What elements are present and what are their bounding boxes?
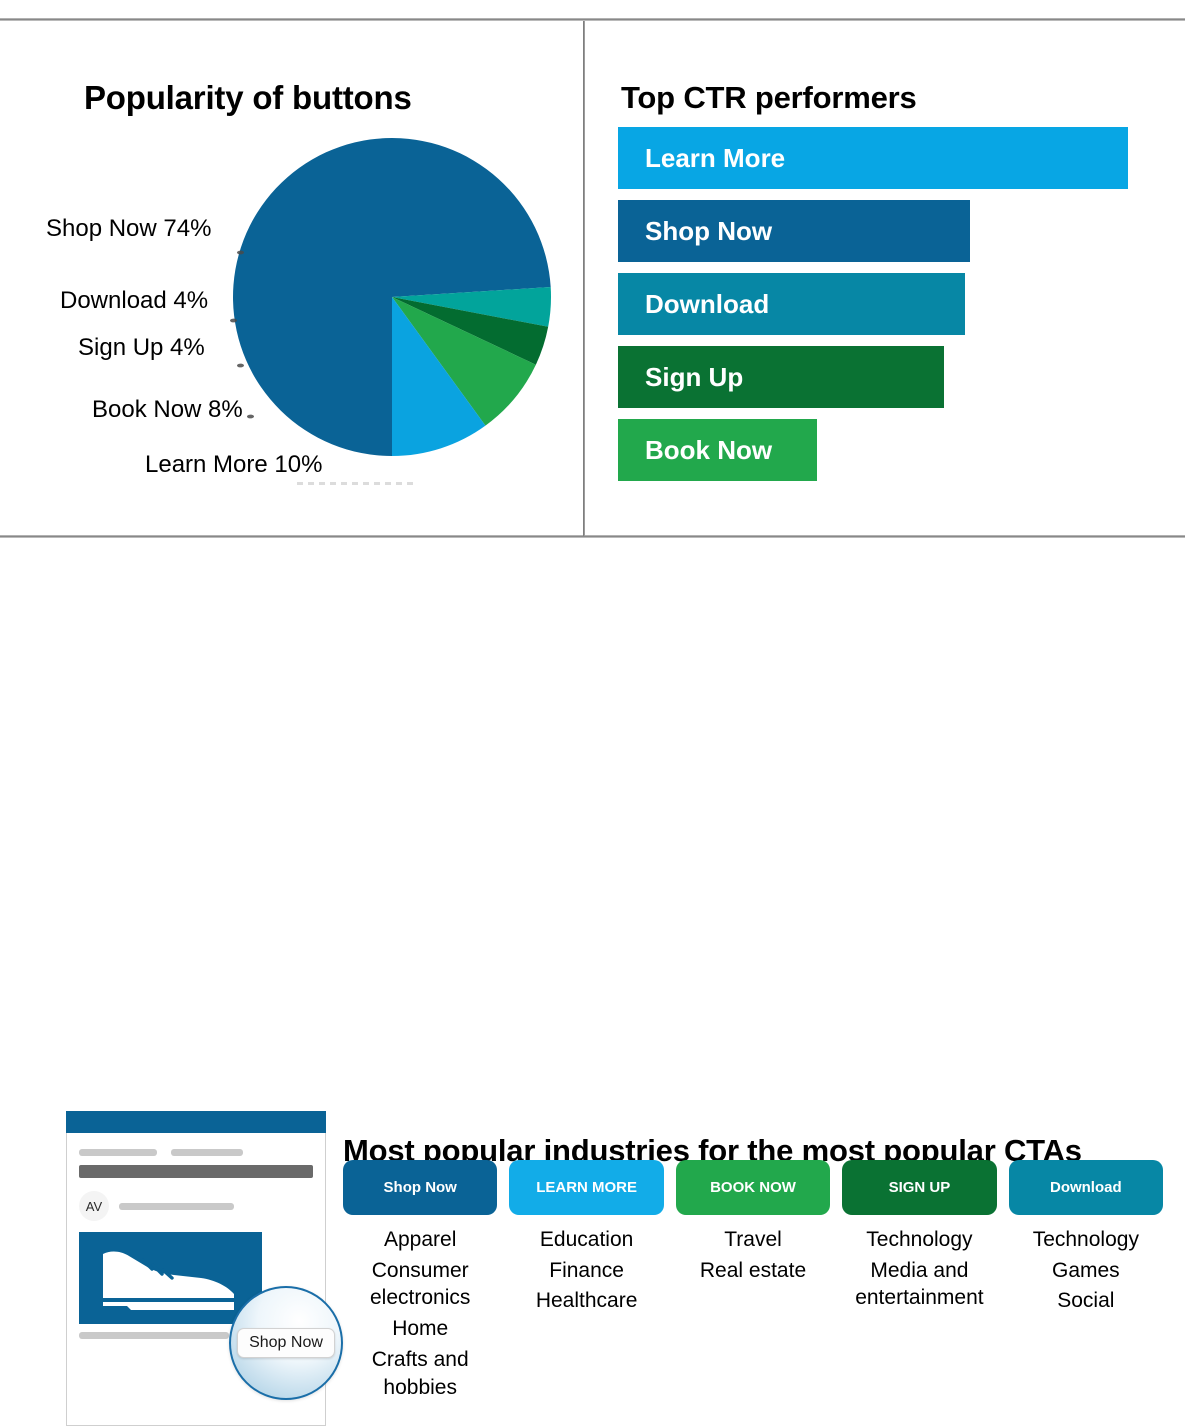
page-title-ctr: Top CTR performers bbox=[621, 79, 917, 115]
ctr-bar-shop-now: Shop Now bbox=[618, 200, 970, 262]
industry-item: Home bbox=[392, 1317, 449, 1341]
cta-chip-sign-up[interactable]: SIGN UP bbox=[842, 1160, 997, 1215]
pie-label-download: Download 4% bbox=[60, 287, 209, 314]
ctr-bar-row: Shop Now bbox=[618, 200, 1128, 262]
pie-label-learn-more: Learn More 10% bbox=[145, 451, 323, 478]
page-title-popularity: Popularity of buttons bbox=[84, 79, 412, 117]
industry-item: Social bbox=[1057, 1289, 1115, 1313]
industry-item: Technology bbox=[866, 1228, 973, 1251]
popularity-pie-chart bbox=[232, 137, 552, 457]
industry-column-book-now: BOOK NOW Travel Real estate bbox=[675, 1160, 831, 1284]
ctr-bar-row: Download bbox=[618, 273, 1128, 335]
industry-item: Games bbox=[1051, 1258, 1120, 1282]
ctr-bar-download: Download bbox=[618, 273, 965, 335]
mockup-headline-bar bbox=[79, 1165, 313, 1178]
avatar: AV bbox=[79, 1191, 109, 1221]
industry-item: Finance bbox=[549, 1258, 624, 1282]
mockup-ad-image bbox=[79, 1232, 262, 1324]
ctr-bar-label: Book Now bbox=[645, 434, 773, 465]
industry-column-shop-now: Shop Now Apparel Consumer electronics Home C… bbox=[343, 1160, 498, 1401]
mockup-author-row: AV bbox=[79, 1191, 313, 1221]
pie-svg bbox=[233, 137, 552, 456]
industry-item: Apparel bbox=[384, 1228, 457, 1251]
pie-label-sign-up: Sign Up 4% bbox=[78, 334, 205, 361]
industry-list: Education Finance Healthcare bbox=[536, 1223, 638, 1315]
cta-chip-learn-more[interactable]: LEARN MORE bbox=[509, 1160, 664, 1215]
mockup-caption-line bbox=[79, 1332, 229, 1339]
ctr-bar-book-now: Book Now bbox=[618, 419, 817, 481]
ctr-bar-label: Learn More bbox=[645, 142, 786, 173]
ctr-bar-row: Learn More bbox=[618, 127, 1128, 189]
industry-item: Education bbox=[539, 1228, 634, 1251]
ctr-bar-sign-up: Sign Up bbox=[618, 346, 945, 408]
mockup-app-bar bbox=[66, 1111, 326, 1133]
industry-list: Technology Media and entertainment bbox=[842, 1223, 996, 1312]
industries-panel: Most popular industries for the most pop… bbox=[0, 538, 1185, 1426]
cta-chip-download[interactable]: Download bbox=[1008, 1160, 1164, 1215]
industry-item: Consumer electronics bbox=[370, 1258, 471, 1310]
industry-columns: Shop Now Apparel Consumer electronics Home C… bbox=[343, 1160, 1164, 1401]
pie-leader-learn-more bbox=[297, 482, 417, 485]
pie-slice-group bbox=[233, 137, 552, 456]
industry-item: Healthcare bbox=[535, 1289, 638, 1313]
industry-column-learn-more: LEARN MORE Education Finance Healthcare bbox=[509, 1160, 664, 1315]
industry-item: Real estate bbox=[699, 1258, 807, 1282]
pie-label-shop-now: Shop Now 74% bbox=[46, 215, 212, 242]
cta-chip-book-now[interactable]: BOOK NOW bbox=[675, 1160, 831, 1215]
ctr-bar-learn-more: Learn More bbox=[618, 127, 1128, 189]
mockup-skeleton-line-a bbox=[79, 1149, 157, 1156]
mockup-author-line bbox=[119, 1202, 234, 1210]
industry-item: Media and entertainment bbox=[855, 1258, 984, 1310]
industry-list: Apparel Consumer electronics Home Crafts an… bbox=[343, 1223, 497, 1401]
ctr-bar-row: Book Now bbox=[618, 419, 1128, 481]
mockup-skeleton-row bbox=[79, 1149, 313, 1156]
industry-list: Travel Real estate bbox=[700, 1223, 806, 1284]
industry-item: Crafts and hobbies bbox=[371, 1347, 469, 1399]
pie-label-book-now: Book Now 8% bbox=[92, 396, 243, 423]
magnified-shop-now-button[interactable]: Shop Now bbox=[237, 1328, 335, 1358]
ctr-bar-label: Sign Up bbox=[645, 361, 744, 392]
industry-column-sign-up: SIGN UP Technology Media and entertainment bbox=[842, 1160, 997, 1312]
magnifier-callout: Shop Now bbox=[229, 1286, 343, 1400]
popularity-panel: Popularity of buttons Shop Now 74% Downl… bbox=[0, 21, 583, 535]
industry-list: Technology Games Social bbox=[1033, 1223, 1139, 1315]
mockup-skeleton-line-b bbox=[171, 1149, 243, 1156]
ctr-bar-chart: Learn More Shop Now Download Sign Up Book No… bbox=[618, 127, 1128, 492]
shoe-icon bbox=[103, 1251, 234, 1310]
ctr-bar-row: Sign Up bbox=[618, 346, 1128, 408]
ctr-bar-label: Download bbox=[645, 288, 770, 319]
industry-column-download: Download Technology Games Social bbox=[1008, 1160, 1164, 1315]
cta-chip-shop-now[interactable]: Shop Now bbox=[343, 1160, 498, 1215]
ctr-panel: Top CTR performers Learn More Shop Now Dow… bbox=[585, 21, 1185, 535]
industry-item: Travel bbox=[724, 1228, 782, 1251]
ctr-bar-label: Shop Now bbox=[645, 215, 773, 246]
industry-item: Technology bbox=[1032, 1228, 1139, 1251]
